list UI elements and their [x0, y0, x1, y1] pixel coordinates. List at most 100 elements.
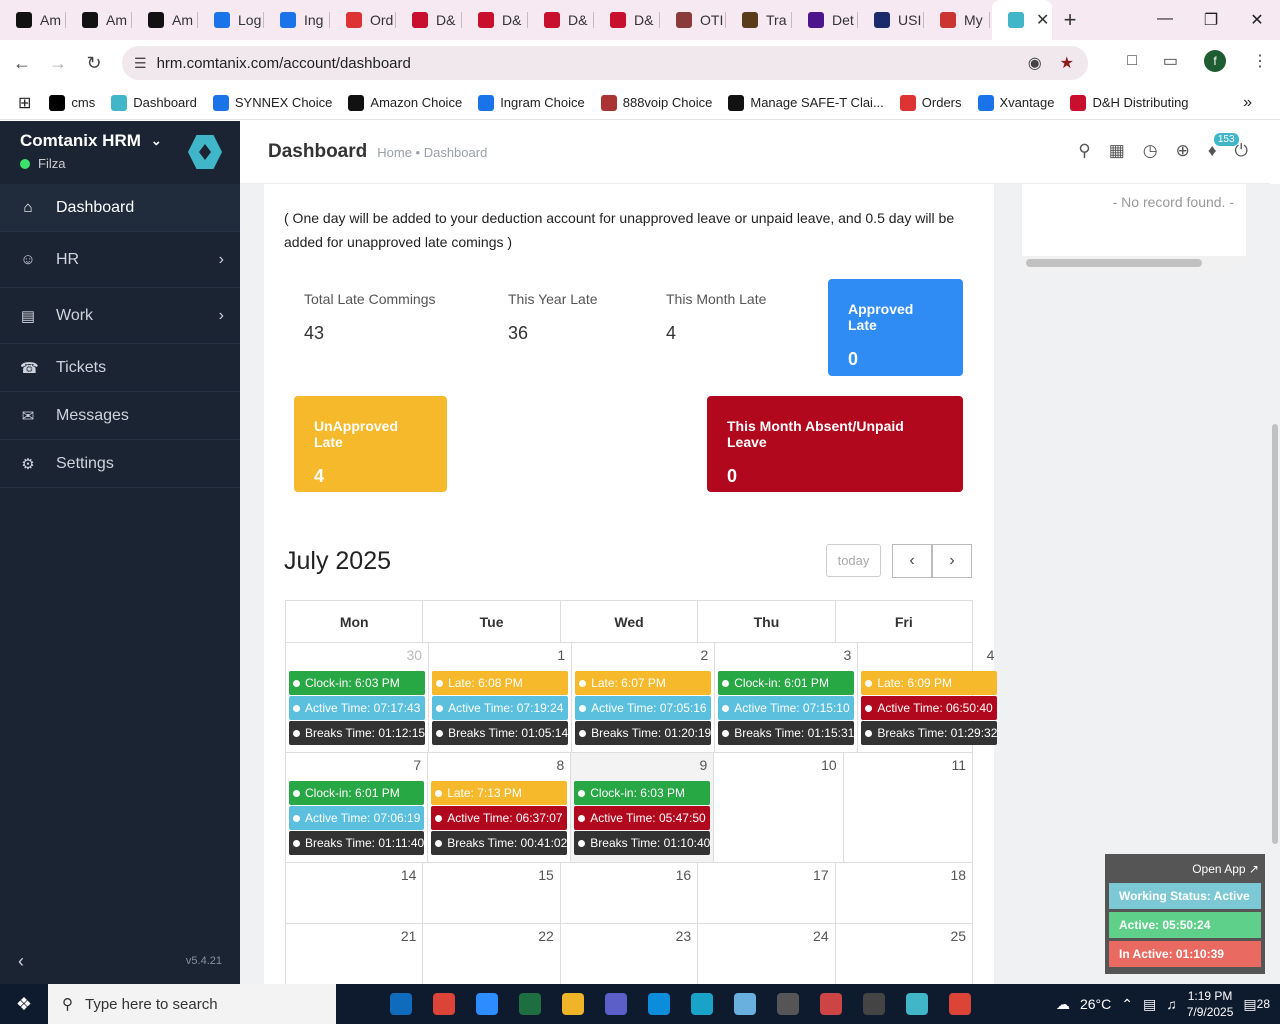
network-icon[interactable]: ▤: [1143, 996, 1156, 1013]
browser-tab[interactable]: Ing: [264, 0, 330, 40]
calendar-day-cell[interactable]: 10: [714, 753, 844, 862]
calendar-event[interactable]: Late: 6:07 PM: [575, 671, 712, 695]
sidebar-item-work[interactable]: ▤ Work ›: [0, 288, 240, 344]
calendar-day-cell[interactable]: 24: [698, 924, 836, 984]
calendar-day-cell[interactable]: 23: [561, 924, 699, 984]
apps-grid-icon[interactable]: ⊞: [18, 93, 31, 113]
prev-month-button[interactable]: ‹: [892, 544, 932, 578]
taskbar-app[interactable]: [594, 984, 637, 1024]
volume-icon[interactable]: ♫: [1166, 996, 1177, 1012]
calendar-event[interactable]: Breaks Time: 01:29:32: [861, 721, 998, 745]
weather-temp[interactable]: 26°C: [1080, 996, 1111, 1012]
back-icon[interactable]: ←: [4, 53, 40, 74]
url-field[interactable]: ☰ hrm.comtanix.com/account/dashboard ◉ ★: [122, 46, 1088, 80]
notification-center-icon[interactable]: ▤: [1243, 996, 1256, 1013]
taskbar-app[interactable]: [680, 984, 723, 1024]
close-tab-icon[interactable]: ✕: [1036, 10, 1049, 30]
browser-tab[interactable]: Am: [132, 0, 198, 40]
minimize-icon[interactable]: —: [1142, 10, 1188, 30]
browser-tab[interactable]: D&: [594, 0, 660, 40]
breadcrumb[interactable]: Home • Dashboard: [377, 145, 487, 160]
browser-tab[interactable]: My: [924, 0, 990, 40]
browser-tab[interactable]: OTI: [660, 0, 726, 40]
day-number[interactable]: 9: [573, 757, 711, 781]
bell-icon[interactable]: ♦ 153: [1208, 133, 1239, 161]
calendar-event[interactable]: Breaks Time: 01:12:15: [289, 721, 426, 745]
browser-tab[interactable]: Am: [0, 0, 66, 40]
calendar-event[interactable]: Late: 6:09 PM: [861, 671, 998, 695]
calendar-event[interactable]: Active Time: 07:05:16: [575, 696, 712, 720]
calendar-day-cell[interactable]: 9 Clock-in: 6:03 PM Active Time: 05:47:50 B…: [571, 753, 715, 862]
taskbar-app[interactable]: [852, 984, 895, 1024]
calendar-day-cell[interactable]: 3 Clock-in: 6:01 PM Active Time: 07:15:10 B…: [715, 643, 859, 752]
calendar-event[interactable]: Active Time: 07:19:24: [432, 696, 569, 720]
taskbar-app[interactable]: [465, 984, 508, 1024]
taskbar-app[interactable]: [809, 984, 852, 1024]
day-number[interactable]: 4: [860, 647, 998, 671]
show-hidden-icon[interactable]: ⌃: [1121, 996, 1133, 1013]
calendar-event[interactable]: Breaks Time: 01:11:40: [289, 831, 425, 855]
cast-icon[interactable]: ▭: [1163, 51, 1178, 71]
calendar-day-cell[interactable]: 7 Clock-in: 6:01 PM Active Time: 07:06:19 B…: [286, 753, 429, 862]
calendar-day-cell[interactable]: 22: [423, 924, 561, 984]
bookmark-item[interactable]: Amazon Choice: [348, 94, 462, 111]
day-number[interactable]: 16: [563, 867, 695, 891]
taskbar-app[interactable]: [551, 984, 594, 1024]
day-number[interactable]: 10: [716, 757, 840, 781]
browser-tab[interactable]: Ord: [330, 0, 396, 40]
taskbar-app[interactable]: [637, 984, 680, 1024]
chevron-down-icon[interactable]: ⌄: [151, 133, 162, 149]
bookmark-item[interactable]: 888voip Choice: [600, 94, 712, 111]
calendar-event[interactable]: Clock-in: 6:01 PM: [289, 781, 425, 805]
calendar-event[interactable]: Late: 7:13 PM: [431, 781, 568, 805]
calendar-day-cell[interactable]: 2 Late: 6:07 PM Active Time: 07:05:16 Break…: [572, 643, 716, 752]
browser-tab[interactable]: D&: [462, 0, 528, 40]
calendar-event[interactable]: Active Time: 05:47:50: [574, 806, 711, 830]
bookmark-item[interactable]: Orders: [899, 94, 962, 111]
bookmark-item[interactable]: Dashboard: [111, 94, 197, 111]
profile-avatar[interactable]: f: [1204, 50, 1226, 72]
calendar-day-cell[interactable]: 11: [844, 753, 972, 862]
today-button[interactable]: today: [826, 544, 881, 577]
day-number[interactable]: 1: [431, 647, 569, 671]
day-number[interactable]: 7: [288, 757, 425, 781]
calendar-event[interactable]: Breaks Time: 01:15:31: [718, 721, 855, 745]
calendar-event[interactable]: Breaks Time: 01:10:40: [574, 831, 711, 855]
reload-icon[interactable]: ↻: [76, 53, 112, 74]
day-number[interactable]: 8: [430, 757, 568, 781]
bookmark-star-icon[interactable]: ★: [1060, 53, 1074, 73]
collapse-sidebar-icon[interactable]: ‹: [18, 951, 24, 972]
sidebar-item-messages[interactable]: ✉ Messages: [0, 392, 240, 440]
taskbar-search[interactable]: ⚲ Type here to search: [48, 984, 336, 1024]
calendar-event[interactable]: Late: 6:08 PM: [432, 671, 569, 695]
clock[interactable]: 1:19 PM 7/9/2025: [1187, 988, 1234, 1020]
day-number[interactable]: 2: [574, 647, 712, 671]
day-number[interactable]: 24: [700, 928, 832, 952]
bookmark-item[interactable]: Xvantage: [977, 94, 1054, 111]
day-number[interactable]: 25: [838, 928, 970, 952]
calendar-event[interactable]: Clock-in: 6:03 PM: [289, 671, 426, 695]
bookmark-item[interactable]: SYNNEX Choice: [212, 94, 332, 111]
taskbar-app[interactable]: [895, 984, 938, 1024]
browser-tab[interactable]: D&: [396, 0, 462, 40]
browser-tab[interactable]: Det: [792, 0, 858, 40]
new-tab-button[interactable]: +: [1052, 7, 1088, 33]
sidebar-item-dashboard[interactable]: ⌂ Dashboard: [0, 184, 240, 232]
calendar-day-cell[interactable]: 1 Late: 6:08 PM Active Time: 07:19:24 Break…: [429, 643, 573, 752]
vertical-scrollbar[interactable]: [1270, 184, 1280, 984]
day-number[interactable]: 14: [288, 867, 420, 891]
browser-tab[interactable]: D&: [528, 0, 594, 40]
forward-icon[interactable]: →: [40, 53, 76, 74]
horizontal-scrollbar[interactable]: [1022, 256, 1246, 270]
next-month-button[interactable]: ›: [932, 544, 972, 578]
calendar-day-cell[interactable]: 14: [286, 863, 424, 923]
calendar-day-cell[interactable]: 15: [423, 863, 561, 923]
day-number[interactable]: 15: [425, 867, 557, 891]
bookmark-item[interactable]: D&H Distributing: [1070, 94, 1189, 111]
windows-start-icon[interactable]: ❖: [0, 994, 48, 1015]
calendar-day-cell[interactable]: 25: [836, 924, 972, 984]
calendar-event[interactable]: Active Time: 07:15:10: [718, 696, 855, 720]
day-number[interactable]: 23: [563, 928, 695, 952]
bookmark-item[interactable]: cms: [49, 94, 95, 111]
taskbar-app[interactable]: [336, 984, 379, 1024]
